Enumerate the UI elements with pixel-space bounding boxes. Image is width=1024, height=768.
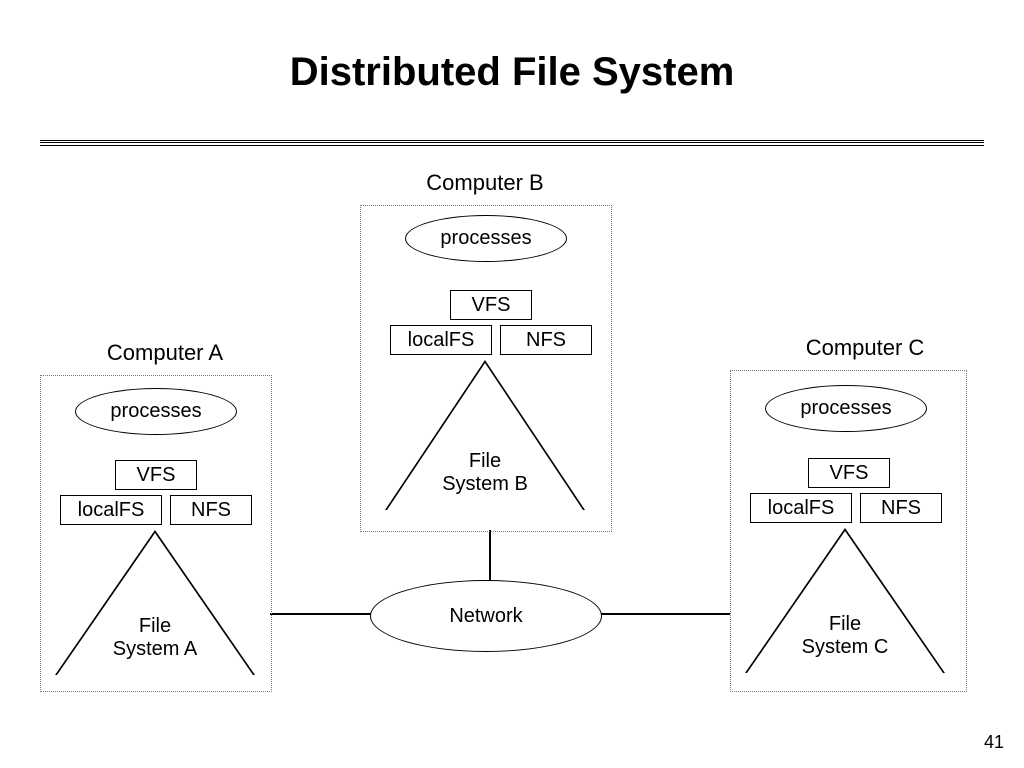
computer-a-nfs: NFS [170,495,252,525]
network-label: Network [449,605,522,628]
nfs-label: NFS [191,499,231,522]
computer-a-fs-label: File System A [85,615,225,661]
connector-b-to-network [489,530,491,580]
localfs-label: localFS [408,329,475,352]
processes-label: processes [800,397,891,420]
vfs-label: VFS [830,462,869,485]
processes-label: processes [110,400,201,423]
computer-b-vfs: VFS [450,290,532,320]
computer-b-localfs: localFS [390,325,492,355]
computer-a-localfs: localFS [60,495,162,525]
slide-title: Distributed File System [0,50,1024,95]
computer-c-nfs: NFS [860,493,942,523]
computer-c-label: Computer C [740,335,990,361]
computer-b-nfs: NFS [500,325,592,355]
connector-c-to-network [600,613,730,615]
localfs-label: localFS [78,499,145,522]
computer-b-processes: processes [405,215,567,262]
computer-c-localfs: localFS [750,493,852,523]
computer-b-fs-label: File System B [415,450,555,496]
page-number: 41 [984,732,1004,753]
vfs-label: VFS [472,294,511,317]
network-node: Network [370,580,602,652]
computer-a-vfs: VFS [115,460,197,490]
computer-c-fs-label: File System C [775,613,915,659]
vfs-label: VFS [137,464,176,487]
nfs-label: NFS [526,329,566,352]
computer-b-label: Computer B [360,170,610,196]
slide: Distributed File System Network Computer… [0,0,1024,768]
processes-label: processes [440,227,531,250]
computer-a-processes: processes [75,388,237,435]
localfs-label: localFS [768,497,835,520]
computer-c-vfs: VFS [808,458,890,488]
nfs-label: NFS [881,497,921,520]
title-divider [40,140,984,146]
computer-a-label: Computer A [40,340,290,366]
connector-a-to-network [270,613,380,615]
computer-c-processes: processes [765,385,927,432]
